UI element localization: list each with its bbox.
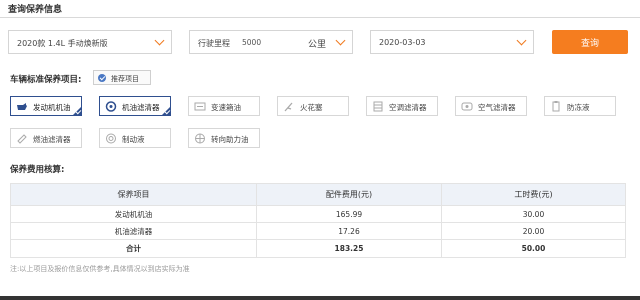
selected-check-icon bbox=[161, 106, 171, 116]
oil-can-icon bbox=[17, 103, 27, 110]
chevron-down-icon bbox=[335, 35, 346, 46]
chevron-down-icon bbox=[154, 35, 165, 46]
spark-plug-icon bbox=[284, 102, 293, 112]
item-ac-filter[interactable]: 空调滤清器 bbox=[366, 96, 438, 116]
item-engine-oil[interactable]: 发动机机油 bbox=[10, 96, 82, 116]
brake-fluid-icon bbox=[106, 133, 116, 144]
item-label: 机油滤清器 bbox=[122, 103, 160, 112]
table-cell: 165.99 bbox=[256, 205, 442, 223]
bottom-divider bbox=[0, 296, 640, 300]
recommend-label: 推荐项目 bbox=[111, 75, 139, 83]
section-title: 查询保养信息 bbox=[8, 5, 63, 15]
item-label: 制动液 bbox=[122, 135, 145, 144]
mileage-unit: 公里 bbox=[307, 40, 326, 50]
item-label: 转向助力油 bbox=[211, 135, 249, 144]
item-spark-plug[interactable]: 火花塞 bbox=[277, 96, 349, 116]
power-steering-icon bbox=[195, 133, 205, 144]
item-power-steering[interactable]: 转向助力油 bbox=[188, 128, 260, 148]
fee-table: 保养项目 配件费用(元) 工时费(元) 发动机机油 165.99 30.00 机… bbox=[10, 183, 626, 258]
ac-filter-icon bbox=[373, 101, 383, 112]
recommend-toggle[interactable]: 推荐项目 bbox=[93, 70, 151, 85]
item-oil-filter[interactable]: 机油滤清器 bbox=[99, 96, 171, 116]
item-label: 空气滤清器 bbox=[478, 103, 516, 112]
table-cell: 17.26 bbox=[256, 222, 442, 240]
gearbox-oil-icon bbox=[194, 102, 206, 111]
table-cell: 183.25 bbox=[256, 239, 442, 258]
air-filter-icon bbox=[461, 102, 473, 111]
table-cell: 30.00 bbox=[441, 205, 626, 223]
table-row: 发动机机油 165.99 30.00 bbox=[10, 205, 626, 223]
section-header: 查询保养信息 bbox=[0, 0, 640, 18]
item-antifreeze[interactable]: 防冻液 bbox=[544, 96, 616, 116]
item-label: 燃油滤清器 bbox=[33, 135, 71, 144]
table-row: 机油滤清器 17.26 20.00 bbox=[10, 222, 626, 240]
item-gearbox-oil[interactable]: 变速箱油 bbox=[188, 96, 260, 116]
check-circle-icon bbox=[98, 74, 106, 82]
fee-section-label: 保养费用核算: bbox=[10, 165, 65, 175]
disclaimer-note: 注:以上项目及报价信息仅供参考,具体情况以到店实际为准 bbox=[10, 265, 190, 273]
standard-items-label: 车辆标准保养项目: bbox=[10, 75, 82, 85]
car-model-select[interactable]: 2020款 1.4L 手动焕新版 bbox=[8, 30, 172, 54]
query-button[interactable]: 查询 bbox=[552, 30, 628, 54]
item-label: 发动机机油 bbox=[33, 103, 71, 112]
column-header: 保养项目 bbox=[10, 183, 257, 206]
table-cell: 机油滤清器 bbox=[10, 222, 257, 240]
item-label: 空调滤清器 bbox=[389, 103, 427, 112]
date-value: 2020-03-03 bbox=[379, 38, 426, 47]
antifreeze-icon bbox=[552, 101, 560, 112]
table-cell: 发动机机油 bbox=[10, 205, 257, 223]
car-model-value: 2020款 1.4L 手动焕新版 bbox=[17, 39, 108, 48]
oil-filter-icon bbox=[105, 101, 117, 112]
table-cell: 合计 bbox=[10, 239, 257, 258]
table-cell: 50.00 bbox=[441, 239, 626, 258]
column-header: 工时费(元) bbox=[441, 183, 626, 206]
table-header-row: 保养项目 配件费用(元) 工时费(元) bbox=[10, 183, 626, 206]
table-cell: 20.00 bbox=[441, 222, 626, 240]
chevron-down-icon bbox=[516, 35, 527, 46]
mileage-value: 5000 bbox=[242, 38, 262, 47]
mileage-label: 行驶里程 bbox=[198, 39, 230, 48]
item-brake-fluid[interactable]: 制动液 bbox=[99, 128, 171, 148]
mileage-input[interactable]: 行驶里程 5000 公里 bbox=[189, 30, 353, 54]
table-total-row: 合计 183.25 50.00 bbox=[10, 239, 626, 258]
item-air-filter[interactable]: 空气滤清器 bbox=[455, 96, 527, 116]
item-label: 火花塞 bbox=[300, 103, 323, 112]
column-header: 配件费用(元) bbox=[256, 183, 442, 206]
fuel-filter-icon bbox=[17, 134, 27, 144]
item-label: 变速箱油 bbox=[211, 103, 241, 112]
item-label: 防冻液 bbox=[567, 103, 590, 112]
selected-check-icon bbox=[72, 106, 82, 116]
date-select[interactable]: 2020-03-03 bbox=[370, 30, 534, 54]
item-fuel-filter[interactable]: 燃油滤清器 bbox=[10, 128, 82, 148]
